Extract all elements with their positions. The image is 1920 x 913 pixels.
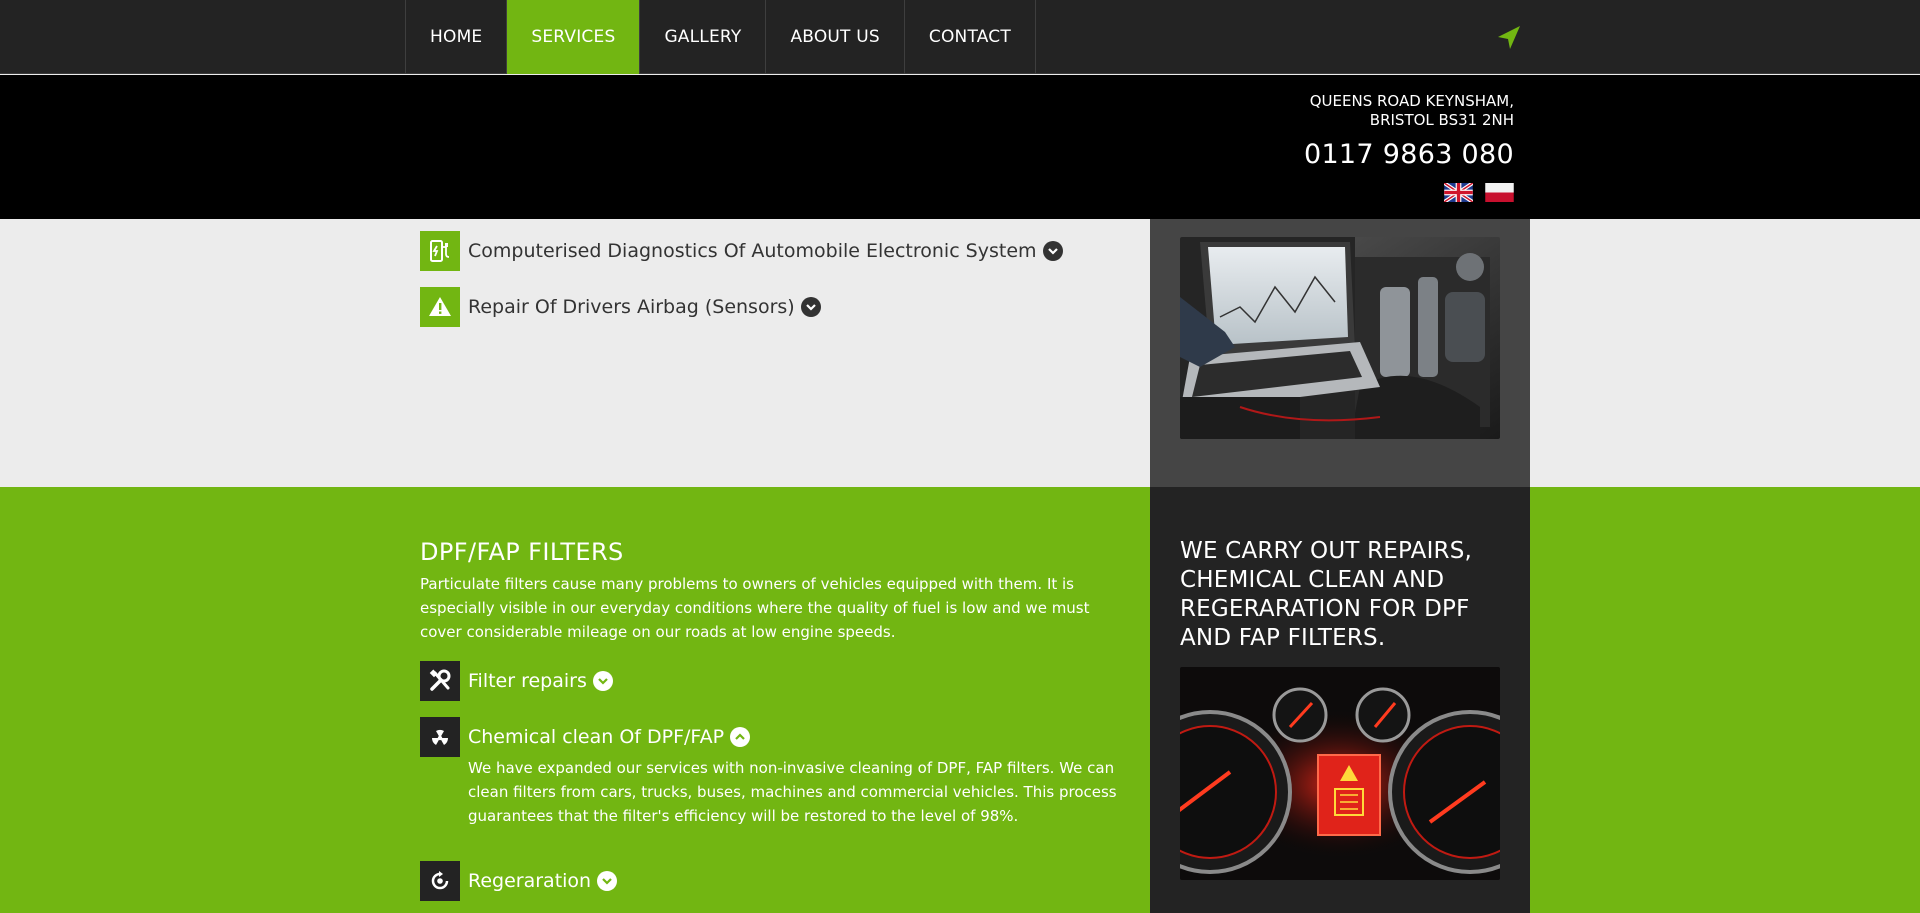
dashboard-dpf-warning-image bbox=[1180, 667, 1500, 880]
section-description: Particulate filters cause many problems … bbox=[420, 575, 1090, 641]
uk-flag-icon[interactable] bbox=[1444, 183, 1473, 202]
service-airbag-repair[interactable]: Repair Of Drivers Airbag (Sensors) bbox=[420, 287, 821, 327]
chevron-down-icon[interactable] bbox=[800, 297, 821, 317]
language-switcher bbox=[1444, 183, 1514, 202]
nav-about-us[interactable]: ABOUT US bbox=[766, 0, 905, 74]
service-label: Chemical clean Of DPF/FAP bbox=[468, 726, 725, 748]
service-computerised-diagnostics[interactable]: Computerised Diagnostics Of Automobile E… bbox=[420, 231, 1063, 271]
service-label: Repair Of Drivers Airbag (Sensors) bbox=[468, 296, 795, 318]
sidebar-heading: WE CARRY OUT REPAIRS, CHEMICAL CLEAN AND… bbox=[1180, 538, 1473, 651]
address: QUEENS ROAD KEYNSHAM, BRISTOL BS31 2NH bbox=[1310, 92, 1514, 130]
pl-flag-icon[interactable] bbox=[1485, 183, 1514, 202]
chemical-clean-description: We have expanded our services with non-i… bbox=[468, 759, 1117, 825]
chevron-down-icon[interactable] bbox=[592, 671, 613, 691]
warning-icon bbox=[420, 287, 460, 327]
main-menu: HOME SERVICES GALLERY ABOUT US CONTACT bbox=[405, 0, 1036, 74]
service-regeneration[interactable]: Regeraration bbox=[420, 861, 618, 901]
address-line-1: QUEENS ROAD KEYNSHAM, bbox=[1309, 92, 1514, 110]
top-navigation-bar: HOME SERVICES GALLERY ABOUT US CONTACT bbox=[0, 0, 1920, 74]
phone-number[interactable]: 0117 9863 080 bbox=[1304, 139, 1514, 170]
tools-icon bbox=[420, 661, 460, 701]
service-chemical-clean[interactable]: Chemical clean Of DPF/FAP bbox=[420, 717, 751, 757]
laptop-engine-diagnostics-image bbox=[1180, 237, 1500, 439]
service-label: Filter repairs bbox=[468, 670, 587, 692]
service-label: Computerised Diagnostics Of Automobile E… bbox=[468, 240, 1037, 262]
service-filter-repairs[interactable]: Filter repairs bbox=[420, 661, 613, 701]
chevron-down-icon[interactable] bbox=[597, 871, 618, 891]
chevron-down-icon[interactable] bbox=[1042, 241, 1063, 261]
nav-contact[interactable]: CONTACT bbox=[905, 0, 1036, 74]
nav-gallery[interactable]: GALLERY bbox=[640, 0, 767, 74]
radiation-icon bbox=[420, 717, 460, 757]
chevron-up-icon[interactable] bbox=[730, 727, 751, 747]
site-header: QUEENS ROAD KEYNSHAM, BRISTOL BS31 2NH 0… bbox=[0, 75, 1920, 219]
nav-services[interactable]: SERVICES bbox=[507, 0, 641, 74]
diagnostics-plug-icon bbox=[420, 231, 460, 271]
dpf-section bbox=[0, 487, 1920, 913]
regeneration-icon bbox=[420, 861, 460, 901]
address-line-2: BRISTOL BS31 2NH bbox=[1369, 111, 1514, 129]
location-arrow-icon[interactable] bbox=[1493, 22, 1525, 54]
nav-home[interactable]: HOME bbox=[406, 0, 508, 74]
section-title: DPF/FAP FILTERS bbox=[420, 538, 624, 566]
service-label: Regeraration bbox=[468, 870, 592, 892]
